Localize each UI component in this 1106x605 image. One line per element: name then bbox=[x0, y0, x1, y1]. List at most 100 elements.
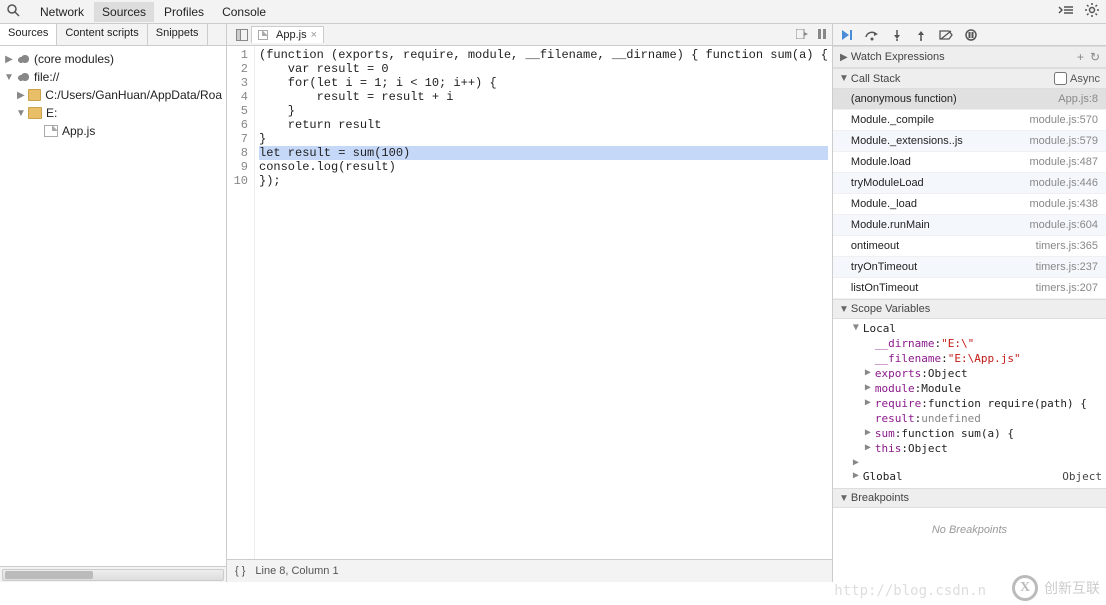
folder-icon bbox=[28, 89, 42, 101]
scope-var[interactable]: ▶module: Module bbox=[833, 381, 1106, 396]
callstack-frame[interactable]: ontimeouttimers.js:365 bbox=[833, 236, 1106, 257]
no-breakpoints-label: No Breakpoints bbox=[833, 508, 1106, 552]
code-line[interactable]: }); bbox=[259, 174, 828, 188]
code-line[interactable]: let result = sum(100) bbox=[259, 146, 828, 160]
code-line[interactable]: console.log(result) bbox=[259, 160, 828, 174]
show-drawer-icon[interactable] bbox=[1058, 4, 1074, 19]
frame-location: module.js:438 bbox=[1030, 198, 1099, 210]
panel-tab-network[interactable]: Network bbox=[32, 2, 92, 22]
code-line[interactable]: (function (exports, require, module, __f… bbox=[259, 48, 828, 62]
code-editor[interactable]: 12345678910 (function (exports, require,… bbox=[227, 46, 832, 559]
code-line[interactable]: return result bbox=[259, 118, 828, 132]
navigator-tab[interactable]: Sources bbox=[0, 24, 57, 45]
code-line[interactable]: var result = 0 bbox=[259, 62, 828, 76]
callstack-frame[interactable]: Module._extensions..jsmodule.js:579 bbox=[833, 131, 1106, 152]
step-over-icon[interactable] bbox=[865, 29, 879, 41]
watch-section-header[interactable]: ▶Watch Expressions +↻ bbox=[833, 46, 1106, 68]
panel-tab-console[interactable]: Console bbox=[214, 2, 274, 22]
scope-var[interactable]: ▶this: Object bbox=[833, 441, 1106, 456]
code-line[interactable]: result = result + i bbox=[259, 90, 828, 104]
code-line[interactable]: for(let i = 1; i < 10; i++) { bbox=[259, 76, 828, 90]
module-icon bbox=[16, 53, 30, 65]
frame-location: module.js:570 bbox=[1030, 114, 1099, 126]
code-line[interactable]: } bbox=[259, 132, 828, 146]
scope-var[interactable]: ▶require: function require(path) { bbox=[833, 396, 1106, 411]
tree-file-appjs[interactable]: App.js bbox=[0, 122, 226, 140]
settings-gear-icon[interactable] bbox=[1084, 2, 1100, 21]
scope-section-header[interactable]: ▼Scope Variables bbox=[833, 299, 1106, 319]
navigator-toggle-icon[interactable] bbox=[233, 29, 251, 41]
navigator-scrollbar[interactable] bbox=[0, 566, 226, 582]
tree-core-modules[interactable]: ▶(core modules) bbox=[0, 50, 226, 68]
frame-location: module.js:604 bbox=[1030, 219, 1099, 231]
scope-var[interactable]: ▶sum: function sum(a) { bbox=[833, 426, 1106, 441]
format-button[interactable]: { } bbox=[235, 565, 245, 577]
scope-proto[interactable]: ▶ bbox=[833, 456, 1106, 469]
callstack-frame[interactable]: tryOnTimeout timers.js:237 bbox=[833, 257, 1106, 278]
pause-on-exceptions-icon[interactable] bbox=[965, 29, 977, 41]
frame-function: ontimeout bbox=[851, 240, 899, 252]
folder-icon bbox=[28, 107, 42, 119]
scope-var[interactable]: __filename: "E:\App.js" bbox=[833, 351, 1106, 366]
callstack-frame[interactable]: listOnTimeouttimers.js:207 bbox=[833, 278, 1106, 299]
scope-var[interactable]: result: undefined bbox=[833, 411, 1106, 426]
cursor-position: Line 8, Column 1 bbox=[255, 565, 338, 577]
editor-panel: App.js × 12345678910 (function (exports,… bbox=[227, 24, 833, 582]
tree-folder-c[interactable]: ▶C:/Users/GanHuan/AppData/Roa bbox=[0, 86, 226, 104]
panel-tab-sources[interactable]: Sources bbox=[94, 2, 154, 22]
frame-location: App.js:8 bbox=[1058, 93, 1098, 105]
frame-location: timers.js:207 bbox=[1036, 282, 1098, 294]
file-tree[interactable]: ▶(core modules) ▼file:// ▶C:/Users/GanHu… bbox=[0, 46, 226, 566]
tree-label: C:/Users/GanHuan/AppData/Roa bbox=[45, 88, 222, 102]
watermark-url: http://blog.csdn.n bbox=[834, 583, 986, 599]
close-tab-icon[interactable]: × bbox=[311, 29, 317, 41]
search-icon[interactable] bbox=[6, 3, 22, 20]
pause-icon[interactable] bbox=[818, 28, 826, 42]
tree-file-origin[interactable]: ▼file:// bbox=[0, 68, 226, 86]
run-snippet-icon[interactable] bbox=[796, 28, 808, 42]
add-watch-icon[interactable]: + bbox=[1077, 50, 1084, 64]
refresh-watch-icon[interactable]: ↻ bbox=[1090, 50, 1100, 64]
file-icon bbox=[258, 30, 268, 40]
section-label: Breakpoints bbox=[851, 492, 909, 504]
scope-var[interactable]: __dirname: "E:\" bbox=[833, 336, 1106, 351]
scope-var[interactable]: ▶exports: Object bbox=[833, 366, 1106, 381]
scope-global[interactable]: ▶GlobalObject bbox=[833, 469, 1106, 484]
open-file-tabs: App.js × bbox=[227, 24, 832, 46]
file-icon bbox=[44, 125, 58, 137]
async-toggle[interactable]: Async bbox=[1054, 72, 1100, 85]
tree-label: (core modules) bbox=[34, 52, 114, 66]
panel-tab-profiles[interactable]: Profiles bbox=[156, 2, 212, 22]
callstack-frame[interactable]: (anonymous function)App.js:8 bbox=[833, 89, 1106, 110]
code-line[interactable]: } bbox=[259, 104, 828, 118]
status-bar: { } Line 8, Column 1 bbox=[227, 559, 832, 582]
callstack-frame[interactable]: Module._loadmodule.js:438 bbox=[833, 194, 1106, 215]
callstack-frame[interactable]: Module.runMain module.js:604 bbox=[833, 215, 1106, 236]
frame-location: module.js:487 bbox=[1030, 156, 1099, 168]
section-label: Scope Variables bbox=[851, 303, 930, 315]
navigator-tab[interactable]: Snippets bbox=[148, 24, 208, 45]
frame-function: Module.runMain bbox=[851, 219, 930, 231]
async-checkbox[interactable] bbox=[1054, 72, 1067, 85]
callstack-frame[interactable]: Module.load module.js:487 bbox=[833, 152, 1106, 173]
navigator-tab[interactable]: Content scripts bbox=[57, 24, 147, 45]
callstack-section-header[interactable]: ▼Call Stack Async bbox=[833, 68, 1106, 89]
step-out-icon[interactable] bbox=[915, 29, 927, 41]
callstack-frame[interactable]: Module._compilemodule.js:570 bbox=[833, 110, 1106, 131]
scope-local[interactable]: ▼Local bbox=[833, 321, 1106, 336]
code-area[interactable]: (function (exports, require, module, __f… bbox=[255, 46, 832, 559]
frame-function: tryModuleLoad bbox=[851, 177, 924, 189]
step-into-icon[interactable] bbox=[891, 29, 903, 41]
resume-icon[interactable] bbox=[841, 29, 853, 41]
deactivate-breakpoints-icon[interactable] bbox=[939, 30, 953, 40]
main-toolbar: NetworkSourcesProfilesConsole bbox=[0, 0, 1106, 24]
tree-folder-e[interactable]: ▼E: bbox=[0, 104, 226, 122]
scope-tree: ▼Local __dirname: "E:\" __filename: "E:\… bbox=[833, 319, 1106, 488]
breakpoints-section-header[interactable]: ▼Breakpoints bbox=[833, 488, 1106, 508]
file-tab-label: App.js bbox=[276, 29, 307, 41]
file-tab-appjs[interactable]: App.js × bbox=[251, 26, 324, 43]
frame-function: tryOnTimeout bbox=[851, 261, 917, 273]
callstack-frame[interactable]: tryModuleLoadmodule.js:446 bbox=[833, 173, 1106, 194]
frame-location: timers.js:237 bbox=[1036, 261, 1098, 273]
frame-function: Module.load bbox=[851, 156, 911, 168]
